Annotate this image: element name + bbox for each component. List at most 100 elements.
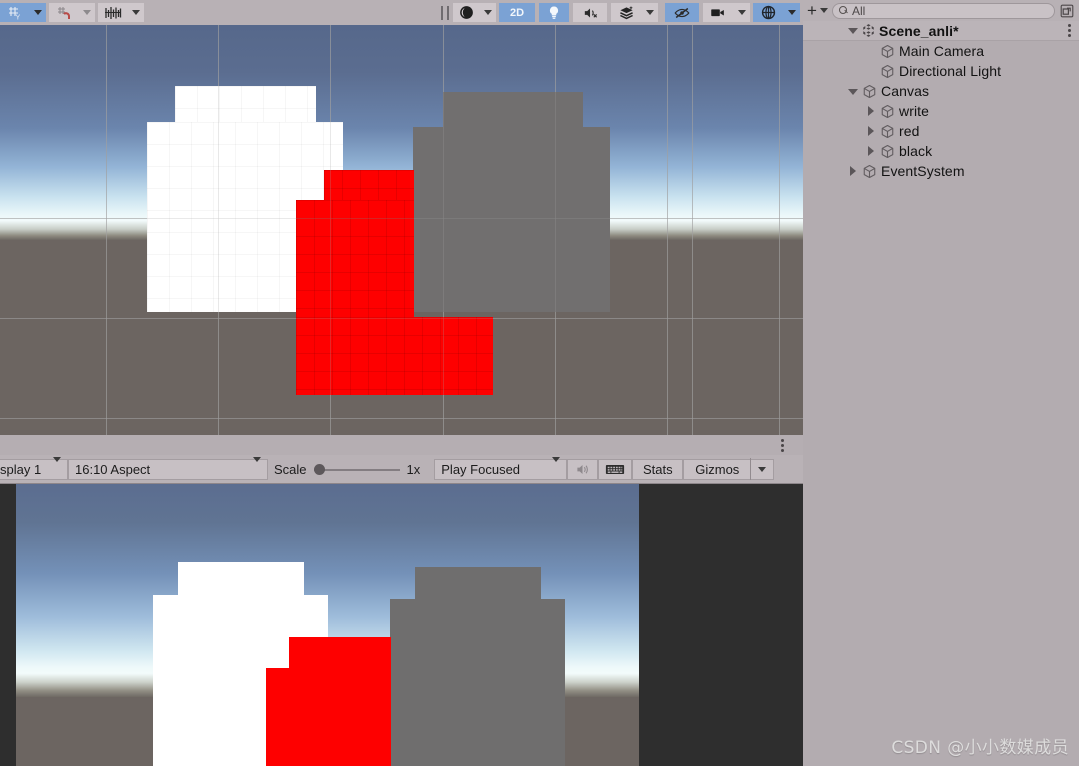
gizmos-caret-icon	[758, 466, 767, 472]
hierarchy-row-label: write	[899, 103, 930, 119]
aspect-ratio-dropdown[interactable]: 16:10 Aspect	[68, 456, 268, 480]
shading-mode-button[interactable]	[453, 3, 479, 22]
hierarchy-search-input[interactable]: All	[831, 2, 1055, 19]
gv-gray-body[interactable]	[390, 599, 565, 766]
scene-kebab-dot-1	[1068, 24, 1071, 27]
open-in-new-window-button[interactable]	[1057, 1, 1077, 20]
scale-slider-track	[313, 468, 400, 471]
scene-name-label: Scene_anli*	[879, 22, 959, 39]
scene-camera-dropdown[interactable]	[733, 3, 750, 22]
lightbulb-icon	[549, 6, 559, 19]
hierarchy-row-black[interactable]: black	[803, 141, 1079, 161]
hierarchy-row-eventsystem[interactable]: EventSystem	[803, 161, 1079, 181]
twisty-icon-eventsystem[interactable]	[847, 165, 858, 177]
gray-object-body[interactable]	[413, 127, 610, 312]
hierarchy-row-canvas[interactable]: Canvas	[803, 81, 1079, 101]
scale-slider-knob[interactable]	[313, 463, 325, 475]
gameobject-cube-icon	[862, 84, 877, 99]
camera-icon	[711, 9, 724, 17]
gizmos-button[interactable]: Gizmos	[683, 458, 751, 480]
speaker-muted-icon	[584, 7, 597, 18]
gizmos-toggle[interactable]	[753, 3, 783, 22]
twisty-icon-black[interactable]	[865, 145, 876, 157]
effects-dropdown[interactable]	[641, 3, 658, 22]
magnet-snap-dropdown[interactable]	[78, 3, 95, 22]
game-view-letterbox-right	[639, 484, 803, 766]
hierarchy-row-label: Directional Light	[899, 63, 1002, 79]
hierarchy-row-label: black	[899, 143, 933, 159]
add-gameobject-label: +	[807, 0, 817, 20]
gv-white-top[interactable]	[178, 562, 304, 595]
hierarchy-row-red[interactable]: red	[803, 121, 1079, 141]
gv-gray-top[interactable]	[415, 567, 541, 599]
add-gameobject-button[interactable]: +	[805, 1, 830, 20]
game-view-toolbar: splay 1 16:10 Aspect Scale 1x Play Focus…	[0, 455, 803, 484]
gameobject-cube-icon	[880, 124, 895, 139]
sphere-shading-icon	[459, 6, 473, 19]
grid-snap-group: Y	[0, 3, 46, 22]
shading-mode-dropdown[interactable]	[479, 3, 496, 22]
scene-twisty-icon[interactable]	[847, 25, 858, 36]
red-object-bottom[interactable]	[296, 317, 493, 395]
gv-red-body[interactable]	[266, 668, 391, 766]
gray-object-top[interactable]	[443, 92, 583, 127]
grid-snap-toggle[interactable]: Y	[0, 3, 29, 22]
spacing-tool-button[interactable]	[98, 3, 127, 22]
unity-editor-window: Y 2D splay 1 16:10 Aspect Scale 1x Play …	[0, 0, 1079, 766]
hierarchy-row-label: red	[899, 123, 920, 139]
scale-control[interactable]: Scale 1x	[268, 459, 426, 480]
gameobject-cube-icon	[880, 104, 895, 119]
play-mode-label: Play Focused	[441, 461, 521, 477]
scene-camera-button[interactable]	[703, 3, 733, 22]
hierarchy-row-main-camera[interactable]: Main Camera	[803, 41, 1079, 61]
twisty-icon-directional-light	[865, 66, 876, 77]
gizmos-group	[753, 3, 800, 22]
hierarchy-row-directional-light[interactable]: Directional Light	[803, 61, 1079, 81]
twisty-icon-red[interactable]	[865, 125, 876, 137]
hierarchy-row-label: Main Camera	[899, 43, 985, 59]
scene-context-menu-button[interactable]	[1068, 24, 1071, 37]
gizmos-dropdown[interactable]	[783, 3, 800, 22]
magnet-grid-icon	[57, 6, 70, 19]
unity-scene-icon	[861, 23, 876, 38]
gizmos-dropdown[interactable]	[751, 458, 775, 480]
csdn-watermark: CSDN @小小数媒成员	[891, 738, 1069, 758]
red-object-top[interactable]	[324, 170, 414, 200]
twisty-icon-write[interactable]	[865, 105, 876, 117]
scene-lighting-toggle[interactable]	[539, 3, 569, 22]
play-mode-dropdown[interactable]: Play Focused	[434, 456, 568, 480]
scale-slider[interactable]	[313, 459, 400, 480]
display-dropdown[interactable]: splay 1	[0, 456, 68, 480]
keyboard-input-button[interactable]	[598, 458, 633, 480]
game-view-options-kebab[interactable]	[771, 436, 793, 454]
panel-splitter[interactable]	[0, 435, 803, 455]
hidden-objects-toggle[interactable]	[665, 3, 699, 22]
gameobject-cube-icon	[862, 164, 877, 179]
hierarchy-scene-row[interactable]: Scene_anli*	[803, 21, 1079, 41]
gameobject-cube-icon	[880, 64, 895, 79]
grid-y-icon: Y	[8, 6, 20, 21]
game-view-canvas[interactable]	[16, 484, 639, 766]
scene-view-toolbar: Y 2D	[0, 0, 803, 25]
magnet-snap-group	[49, 3, 95, 22]
aspect-caret-icon	[243, 456, 261, 477]
effects-toggle[interactable]	[611, 3, 641, 22]
stats-button[interactable]: Stats	[632, 458, 684, 480]
twisty-icon-canvas[interactable]	[847, 86, 858, 97]
white-object-top[interactable]	[175, 86, 316, 122]
aspect-ratio-label: 16:10 Aspect	[75, 461, 151, 477]
game-view[interactable]	[0, 484, 803, 766]
red-object-mid[interactable]	[296, 200, 414, 317]
keyboard-icon	[606, 464, 625, 474]
view-2d-toggle[interactable]: 2D	[499, 3, 535, 22]
add-gameobject-caret-icon	[819, 8, 828, 13]
grid-snap-dropdown[interactable]	[29, 3, 46, 22]
magnet-snap-toggle[interactable]	[49, 3, 78, 22]
scene-audio-toggle[interactable]	[573, 3, 607, 22]
speaker-icon	[577, 464, 589, 474]
scene-view[interactable]	[0, 25, 803, 435]
hierarchy-row-write[interactable]: write	[803, 101, 1079, 121]
spacing-tool-dropdown[interactable]	[127, 3, 144, 22]
gv-red-top[interactable]	[289, 637, 391, 668]
mute-audio-button[interactable]	[567, 458, 599, 480]
